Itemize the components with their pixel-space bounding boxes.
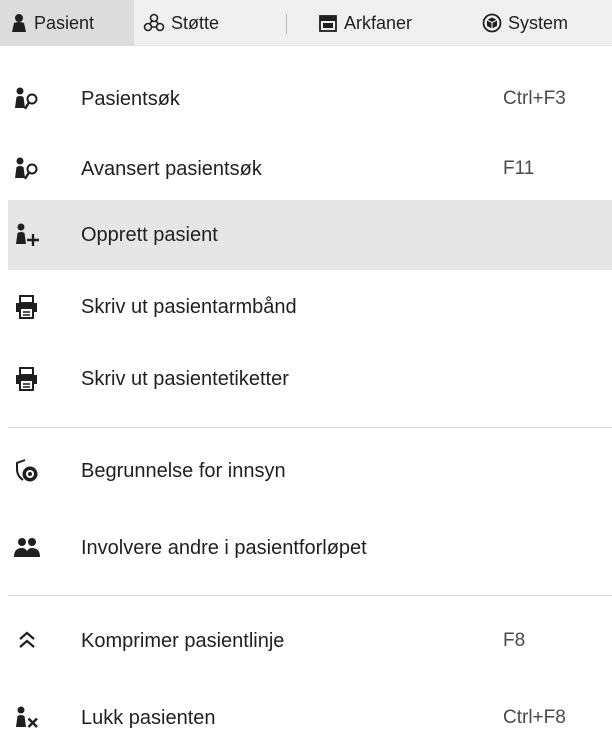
patient-search-icon (14, 86, 40, 112)
shortcut-label: F8 (503, 630, 526, 651)
menu-item-label: Pasientsøk (81, 88, 180, 110)
patient-search-icon (14, 156, 40, 182)
menu-item-label: Avansert pasientsøk (81, 158, 262, 180)
menubar-pasient[interactable]: Pasient (0, 0, 134, 46)
menu-item-label: Skriv ut pasientetiketter (81, 368, 289, 390)
menu-item-opprett-pasient[interactable]: Opprett pasient (8, 200, 612, 270)
menu-separator (8, 427, 612, 428)
shortcut-label: F11 (503, 158, 535, 179)
menu-item-label: Lukk pasienten (81, 707, 216, 729)
menubar-stotte-label: Støtte (171, 12, 220, 33)
menubar-pasient-label: Pasient (34, 12, 95, 33)
menu-bar: Pasient Støtte Arkfaner System (0, 0, 612, 46)
printer-icon (14, 294, 40, 320)
menu-item-lukk-pasienten[interactable]: Lukk pasienten Ctrl+F8 (8, 683, 612, 753)
menu-item-label: Involvere andre i pasientforløpet (81, 537, 367, 559)
menu-item-komprimer-pasientlinje[interactable]: Komprimer pasientlinje F8 (8, 606, 612, 676)
menu-item-skriv-ut-etiketter[interactable]: Skriv ut pasientetiketter (8, 344, 612, 414)
tab-window-icon (318, 13, 338, 33)
double-chevron-up-icon (14, 628, 40, 654)
person-icon (10, 13, 28, 33)
shield-eye-icon (14, 458, 40, 484)
menubar-system[interactable]: System (482, 0, 568, 46)
printer-icon (14, 366, 40, 392)
menu-item-label: Begrunnelse for innsyn (81, 460, 286, 482)
menubar-arkfaner[interactable]: Arkfaner (318, 0, 412, 46)
menu-item-label: Skriv ut pasientarmbånd (81, 296, 297, 318)
menubar-divider (286, 14, 287, 34)
menu-item-begrunnelse-innsyn[interactable]: Begrunnelse for innsyn (8, 436, 612, 506)
menubar-system-label: System (508, 12, 569, 33)
group-icon (14, 535, 40, 561)
menu-separator (8, 595, 612, 596)
support-icon (143, 13, 165, 33)
pasient-dropdown-menu: Pasientsøk Ctrl+F3 Avansert pasientsøk F… (0, 46, 612, 742)
menu-item-avansert-pasientsok[interactable]: Avansert pasientsøk F11 (8, 134, 612, 204)
menu-item-label: Opprett pasient (81, 224, 218, 246)
cube-icon (482, 13, 502, 33)
menu-item-pasientsok[interactable]: Pasientsøk Ctrl+F3 (8, 64, 612, 134)
menubar-arkfaner-label: Arkfaner (344, 12, 413, 33)
menu-item-label: Komprimer pasientlinje (81, 630, 285, 652)
patient-close-icon (14, 705, 40, 731)
shortcut-label: Ctrl+F8 (503, 707, 566, 728)
menu-item-skriv-ut-armband[interactable]: Skriv ut pasientarmbånd (8, 272, 612, 342)
patient-add-icon (14, 222, 40, 248)
menu-item-involvere-andre[interactable]: Involvere andre i pasientforløpet (8, 513, 612, 583)
menubar-stotte[interactable]: Støtte (143, 0, 219, 46)
shortcut-label: Ctrl+F3 (503, 88, 566, 109)
